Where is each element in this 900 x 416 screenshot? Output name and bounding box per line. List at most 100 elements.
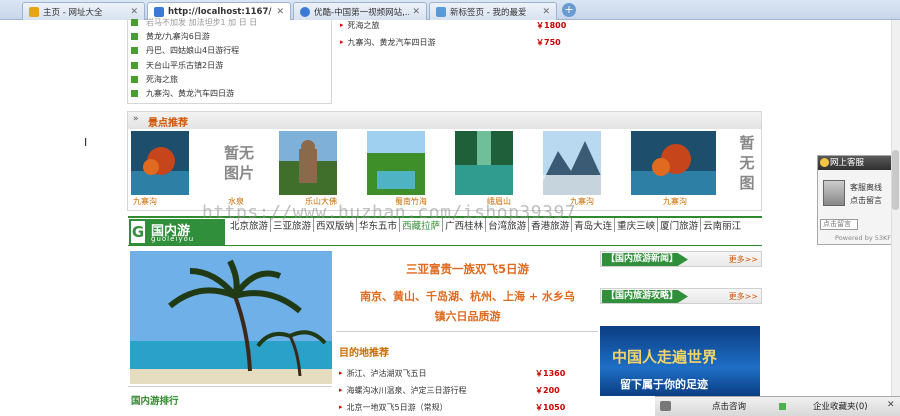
more-link[interactable]: 更多>> <box>729 254 758 265</box>
promo-line: 镇六日品质游 <box>434 310 501 323</box>
scenic-photo[interactable] <box>455 131 513 195</box>
chat-status-bar: 点击咨询 企业收藏夹(0) ✕ <box>655 396 900 416</box>
route-name: 死海之旅 <box>347 20 380 30</box>
promo-line: 南京、黄山、千岛湖、杭州、上海 + 水乡乌 <box>360 290 575 303</box>
list-item[interactable]: 天台山平乐古镇2日游 <box>131 58 223 72</box>
more-link[interactable]: 更多>> <box>729 291 758 302</box>
list-item-label: 死海之旅 <box>146 74 178 84</box>
route-item[interactable]: ▸ 死海之旅 ￥1800 <box>340 18 570 32</box>
list-item-label: 岩马不加发 加法坦步1 加 日 日 <box>146 17 258 27</box>
city-link[interactable]: 青岛大连 <box>572 218 616 232</box>
destination-price: ￥1050 <box>535 402 566 412</box>
double-arrow-icon: » <box>133 114 139 124</box>
arrow-icon: ▸ <box>340 38 344 46</box>
hero-beach-image[interactable] <box>130 251 332 384</box>
route-item[interactable]: ▸ 九寨沟、黄龙汽车四日游 ￥750 <box>340 35 570 49</box>
rank-title: 国内游排行 <box>128 386 332 407</box>
scenic-caption[interactable]: 九寨沟 <box>570 196 630 207</box>
close-icon[interactable]: ✕ <box>887 400 895 410</box>
bullet-icon <box>131 89 138 97</box>
arrow-icon: ▸ <box>340 21 344 29</box>
home-icon <box>29 6 39 17</box>
destination-name: 北京一地双飞5日游（常规） <box>346 402 448 412</box>
no-image-placeholder: 暂无图片 <box>735 131 759 195</box>
promo-headline[interactable]: 三亚富贵一族双飞5日游 <box>340 261 595 277</box>
page-icon <box>436 6 446 17</box>
new-tab-icon[interactable]: + <box>562 3 576 17</box>
arrow-icon: ▸ <box>339 386 343 394</box>
smile-icon <box>820 158 829 167</box>
destinations-title: 目的地推荐 <box>339 348 389 359</box>
chat-title: 网上客服 <box>830 158 865 168</box>
scenic-photo[interactable] <box>543 131 601 195</box>
scenic-photo[interactable] <box>631 131 716 195</box>
close-icon[interactable]: ✕ <box>276 7 284 17</box>
destination-item[interactable]: ▸ 浙江、泸沽湖双飞五日 ￥1360 <box>339 366 569 380</box>
scenic-photo[interactable] <box>279 131 337 195</box>
text-cursor-icon: I <box>84 136 88 149</box>
scenic-photo[interactable] <box>131 131 189 195</box>
tab-label: 主页 - 网址大全 <box>43 7 103 18</box>
online-icon <box>779 403 786 410</box>
bullet-icon <box>131 75 138 83</box>
favorites-link[interactable]: 企业收藏夹(0) <box>813 400 868 412</box>
bullet-icon <box>131 61 138 69</box>
city-link[interactable]: 重庆三峡 <box>615 218 659 232</box>
chat-status: 客服离线 <box>850 183 882 192</box>
city-link[interactable]: 云南丽江 <box>701 218 743 232</box>
play-icon <box>300 6 310 17</box>
consult-link[interactable]: 点击咨询 <box>712 400 746 412</box>
no-image-placeholder: 暂无图片 <box>210 131 268 195</box>
list-item[interactable]: 岩马不加发 加法坦步1 加 日 日 <box>131 15 257 29</box>
list-item-label: 九寨沟、黄龙汽车四日游 <box>146 88 234 98</box>
destination-price: ￥200 <box>535 385 560 395</box>
list-item-label: 丹巴、四姑娘山4日游行程 <box>146 45 240 55</box>
guide-box-title: 【国内旅游攻略】 <box>602 290 689 303</box>
scenic-header: » 景点推荐 <box>128 112 761 129</box>
no-image-text: 暂无图片 <box>223 144 254 182</box>
destination-item[interactable]: ▸ 海螺沟冰川温泉、泸定三日游行程 ￥200 <box>339 383 569 397</box>
domestic-pinyin: guoleiyou <box>151 235 195 243</box>
close-icon[interactable]: ✕ <box>542 7 550 17</box>
promo-subheadline[interactable]: 南京、黄山、千岛湖、杭州、上海 + 水乡乌 镇六日品质游 <box>340 287 595 327</box>
list-item[interactable]: 死海之旅 <box>131 72 178 86</box>
divider <box>336 331 598 332</box>
route-price: ￥750 <box>536 37 561 47</box>
destination-item[interactable]: ▸ 北京一地双飞5日游（常规） ￥1050 <box>339 400 569 414</box>
scenic-caption[interactable]: 九寨沟 <box>133 196 193 207</box>
bullet-icon <box>131 18 138 26</box>
list-item[interactable]: 九寨沟、黄龙汽车四日游 <box>131 86 234 100</box>
chat-powered-by: Powered by 53KF <box>835 234 892 242</box>
scenic-photo[interactable] <box>367 131 425 195</box>
no-image-text: 暂无图片 <box>739 134 755 192</box>
tab-label: 新标签页 - 我的最爱 <box>450 7 527 18</box>
list-item[interactable]: 丹巴、四姑娘山4日游行程 <box>131 43 239 57</box>
scenic-caption[interactable]: 九寨沟 <box>663 196 723 207</box>
city-link[interactable]: 厦门旅游 <box>658 218 702 232</box>
watermark: https://www.huzhan.com/ishop39397 <box>202 202 577 223</box>
guide-box-header: 【国内旅游攻略】 更多>> <box>600 288 762 304</box>
banner-headline: 中国人走遍世界 <box>612 348 718 366</box>
bullet-icon <box>131 32 138 40</box>
chat-header[interactable]: 网上客服 <box>818 156 892 170</box>
avatar <box>823 180 845 206</box>
destination-name: 浙江、泸沽湖双飞五日 <box>346 368 427 378</box>
logo-letter: G <box>131 221 145 243</box>
tab-label: 优酷-中国第一视频网站,... <box>314 7 410 18</box>
close-icon[interactable]: ✕ <box>412 7 420 17</box>
tab-home[interactable]: 主页 - 网址大全 ✕ <box>22 2 145 20</box>
chat-bubble-icon <box>660 401 671 411</box>
list-item-label: 天台山平乐古镇2日游 <box>146 60 224 70</box>
destination-price: ￥1360 <box>535 368 566 378</box>
chat-leave-message[interactable]: 点击留言 <box>850 195 882 206</box>
list-item-label: 黄龙/九寨沟6日游 <box>146 31 210 41</box>
chat-input[interactable]: 点击留言 <box>820 219 858 230</box>
bullet-icon <box>131 46 138 54</box>
scrollbar-thumb[interactable] <box>892 150 899 210</box>
list-item[interactable]: 黄龙/九寨沟6日游 <box>131 29 210 43</box>
news-box-title: 【国内旅游新闻】 <box>602 253 689 266</box>
arrow-icon: ▸ <box>339 403 343 411</box>
arrow-icon: ▸ <box>339 369 343 377</box>
scenic-title: 景点推荐 <box>148 118 188 129</box>
route-price: ￥1800 <box>536 20 567 30</box>
